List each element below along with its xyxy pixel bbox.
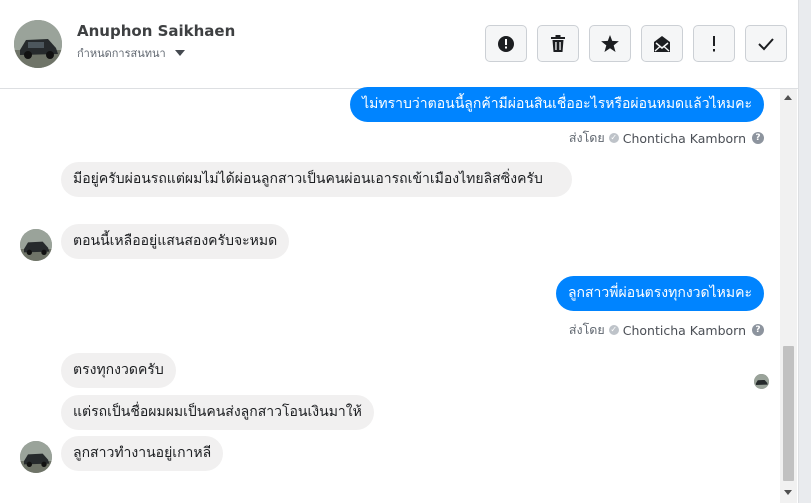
conversation-toolbar bbox=[485, 25, 787, 62]
assign-conversation-dropdown[interactable]: กำหนดการสนทนา bbox=[77, 44, 185, 62]
scroll-up-arrow-icon[interactable] bbox=[784, 95, 792, 100]
conversation-header: Anuphon Saikhaen กำหนดการสนทนา bbox=[0, 0, 798, 89]
seen-indicator-avatar bbox=[754, 374, 769, 389]
incoming-message[interactable]: ตอนนี้เหลืออยู่แสนสองครับจะหมด bbox=[61, 224, 290, 259]
incoming-message[interactable]: แต่รถเป็นชื่อผมผมเป็นคนส่งลูกสาวโอนเงินม… bbox=[61, 395, 374, 430]
messenger-conversation: Anuphon Saikhaen กำหนดการสนทนา ไม่ทราบว่… bbox=[0, 0, 811, 503]
sent-by-label: ส่งโดย bbox=[568, 322, 605, 337]
contact-name[interactable]: Anuphon Saikhaen bbox=[77, 22, 235, 40]
report-spam-button[interactable] bbox=[485, 25, 527, 62]
help-icon[interactable]: ? bbox=[752, 132, 764, 144]
sent-by-line: ส่งโดย ✓ Chonticha Kamborn ? bbox=[569, 320, 764, 340]
alert-circle-icon bbox=[498, 35, 514, 52]
right-panel-edge bbox=[798, 0, 811, 503]
star-button[interactable] bbox=[589, 25, 631, 62]
assign-conversation-label: กำหนดการสนทนา bbox=[77, 47, 166, 60]
check-circle-icon: ✓ bbox=[608, 133, 619, 143]
check-circle-icon: ✓ bbox=[608, 325, 619, 335]
scrollbar-thumb[interactable] bbox=[783, 346, 794, 481]
star-icon bbox=[601, 35, 619, 52]
sent-by-label: ส่งโดย bbox=[568, 130, 605, 145]
mark-done-button[interactable] bbox=[745, 25, 787, 62]
outgoing-message[interactable]: ลูกสาวพี่ผ่อนตรงทุกงวดไหมคะ bbox=[555, 276, 764, 311]
mark-unread-button[interactable] bbox=[641, 25, 683, 62]
incoming-message[interactable]: ตรงทุกงวดครับ bbox=[61, 353, 176, 388]
contact-avatar[interactable] bbox=[14, 20, 62, 68]
caret-down-icon bbox=[174, 50, 185, 56]
scroll-down-arrow-icon[interactable] bbox=[784, 490, 792, 495]
contact-avatar-small[interactable] bbox=[20, 229, 52, 261]
incoming-message[interactable]: ลูกสาวทำงานอยู่เกาหลี bbox=[61, 436, 224, 471]
trash-icon bbox=[551, 35, 565, 52]
follow-up-button[interactable] bbox=[693, 25, 735, 62]
envelope-open-icon bbox=[654, 35, 670, 52]
sent-by-agent[interactable]: Chonticha Kamborn bbox=[623, 131, 746, 146]
contact-avatar-small[interactable] bbox=[20, 441, 52, 473]
incoming-message[interactable]: มีอยู่ครับผ่อนรถแต่ผมไม่ได้ผ่อนลูกสาวเป็… bbox=[61, 162, 572, 197]
scrollbar[interactable] bbox=[780, 89, 797, 503]
exclamation-icon bbox=[713, 35, 715, 51]
checkmark-icon bbox=[758, 37, 774, 50]
outgoing-message[interactable]: ไม่ทราบว่าตอนนี้ลูกค้ามีผ่อนสินเชื่ออะไร… bbox=[350, 87, 764, 122]
sent-by-agent[interactable]: Chonticha Kamborn bbox=[623, 323, 746, 338]
sent-by-line: ส่งโดย ✓ Chonticha Kamborn ? bbox=[569, 128, 764, 148]
delete-button[interactable] bbox=[537, 25, 579, 62]
help-icon[interactable]: ? bbox=[752, 324, 764, 336]
